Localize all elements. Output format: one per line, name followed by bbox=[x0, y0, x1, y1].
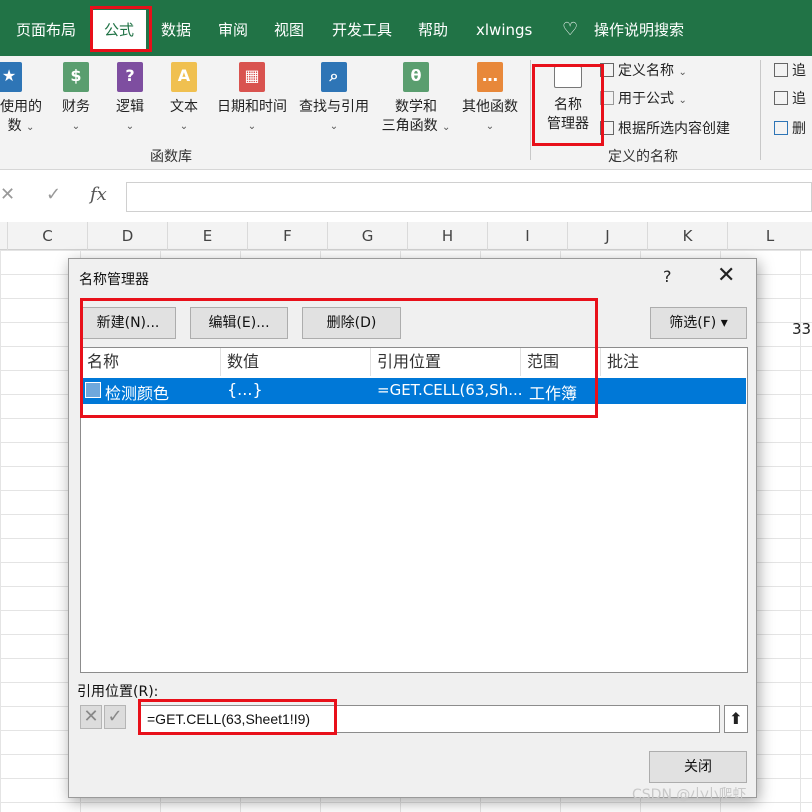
column-header-e[interactable]: E bbox=[168, 222, 248, 250]
more-functions-icon: … bbox=[477, 62, 503, 92]
remove-arrows-button[interactable]: 删 bbox=[774, 118, 806, 138]
tell-me-search[interactable]: 操作说明搜索 bbox=[594, 0, 684, 56]
lookup-reference-label: 查找与引用 bbox=[299, 99, 369, 115]
chevron-down-icon: ⌄ bbox=[26, 122, 35, 133]
tab-help[interactable]: 帮助 bbox=[418, 0, 448, 56]
highlight-formulas-tab bbox=[90, 6, 152, 52]
cancel-edit-icon[interactable]: ✕ bbox=[80, 705, 102, 729]
chevron-down-icon: ⌄ bbox=[125, 121, 135, 132]
logical-label: 逻辑 bbox=[116, 99, 144, 115]
create-from-selection-button[interactable]: 根据所选内容创建 bbox=[600, 118, 730, 138]
column-header-i[interactable]: I bbox=[488, 222, 568, 250]
tab-data[interactable]: 数据 bbox=[161, 0, 191, 56]
highlight-refers-to bbox=[138, 699, 337, 735]
remove-arrows-icon bbox=[774, 121, 788, 135]
column-header-f[interactable]: F bbox=[248, 222, 328, 250]
remove-arrows-label: 删 bbox=[792, 121, 806, 137]
collapse-dialog-icon[interactable]: ⬆ bbox=[724, 705, 748, 733]
text-label: 文本 bbox=[170, 99, 198, 115]
lookup-icon: ⌕ bbox=[321, 62, 347, 92]
function-library-group-label: 函数库 bbox=[150, 149, 192, 165]
financial-button[interactable]: $ 财务 ⌄ bbox=[56, 62, 96, 136]
text-icon: A bbox=[171, 62, 197, 92]
column-header-l[interactable]: L bbox=[728, 222, 812, 250]
cancel-icon[interactable]: ✕ bbox=[0, 184, 15, 205]
chevron-down-icon: ⌄ bbox=[179, 121, 189, 132]
chevron-down-icon: ⌄ bbox=[329, 121, 339, 132]
tab-xlwings[interactable]: xlwings bbox=[476, 0, 532, 56]
tab-developer[interactable]: 开发工具 bbox=[332, 0, 392, 56]
lightbulb-icon: ♡ bbox=[562, 19, 579, 40]
column-header-g[interactable]: G bbox=[328, 222, 408, 250]
lookup-reference-button[interactable]: ⌕ 查找与引用 ⌄ bbox=[294, 62, 374, 136]
column-header-k[interactable]: K bbox=[648, 222, 728, 250]
formula-input[interactable] bbox=[126, 182, 812, 212]
more-functions-label: 其他函数 bbox=[462, 99, 518, 115]
define-name-label: 定义名称 bbox=[618, 63, 674, 79]
confirm-edit-icon[interactable]: ✓ bbox=[104, 705, 126, 729]
close-icon[interactable]: ✕ bbox=[717, 263, 735, 288]
star-icon: ★ bbox=[0, 62, 22, 92]
tab-page-layout[interactable]: 页面布局 bbox=[16, 0, 76, 56]
use-in-formula-button[interactable]: 用于公式 ⌄ bbox=[600, 88, 687, 108]
logic-icon: ? bbox=[117, 62, 143, 92]
finance-icon: $ bbox=[63, 62, 89, 92]
ribbon-divider bbox=[530, 60, 531, 160]
math-trig-button[interactable]: θ 数学和 三角函数 ⌄ bbox=[376, 62, 456, 137]
trace-dependents-button[interactable]: 追 bbox=[774, 88, 806, 108]
chevron-down-icon: ⌄ bbox=[485, 121, 495, 132]
chevron-down-icon: ⌄ bbox=[247, 121, 257, 132]
highlight-dialog-content bbox=[80, 298, 598, 418]
calendar-icon: ▦ bbox=[239, 62, 265, 92]
column-header-comment[interactable]: 批注 bbox=[601, 348, 747, 376]
chevron-down-icon: ⌄ bbox=[442, 122, 451, 133]
financial-label: 财务 bbox=[62, 99, 90, 115]
filter-button[interactable]: 筛选(F) ▾ bbox=[650, 307, 747, 339]
recently-used-label-2: 数 bbox=[7, 118, 22, 134]
defined-names-group-label: 定义的名称 bbox=[608, 149, 678, 165]
create-from-selection-label: 根据所选内容创建 bbox=[618, 121, 730, 137]
column-header-j[interactable]: J bbox=[568, 222, 648, 250]
trace-precedents-button[interactable]: 追 bbox=[774, 60, 806, 80]
trace-dependents-label: 追 bbox=[792, 91, 806, 107]
tab-review[interactable]: 审阅 bbox=[218, 0, 248, 56]
use-in-formula-label: 用于公式 bbox=[618, 91, 674, 107]
math-icon: θ bbox=[403, 62, 429, 92]
math-trig-label: 数学和 bbox=[395, 99, 437, 115]
chevron-down-icon: ⌄ bbox=[678, 95, 687, 106]
date-time-button[interactable]: ▦ 日期和时间 ⌄ bbox=[212, 62, 292, 136]
formula-bar-controls: ✕ ✓ fx bbox=[0, 182, 122, 210]
help-icon[interactable]: ? bbox=[663, 267, 672, 286]
more-functions-button[interactable]: … 其他函数 ⌄ bbox=[456, 62, 524, 136]
define-name-button[interactable]: 定义名称 ⌄ bbox=[600, 60, 687, 80]
date-time-label: 日期和时间 bbox=[217, 99, 287, 115]
close-button[interactable]: 关闭 bbox=[649, 751, 747, 783]
column-header-c[interactable]: C bbox=[8, 222, 88, 250]
formula-bar: ✕ ✓ fx bbox=[0, 178, 812, 214]
ribbon: ★ 使用的 数 ⌄ $ 财务 ⌄ ? 逻辑 ⌄ A 文本 ⌄ ▦ 日期和时间 ⌄… bbox=[0, 56, 812, 170]
trace-precedents-label: 追 bbox=[792, 63, 806, 79]
column-header-partial bbox=[0, 222, 8, 250]
logical-button[interactable]: ? 逻辑 ⌄ bbox=[110, 62, 150, 136]
column-header-d[interactable]: D bbox=[88, 222, 168, 250]
chevron-down-icon: ⌄ bbox=[71, 121, 81, 132]
recently-used-button[interactable]: ★ 使用的 数 ⌄ bbox=[0, 62, 46, 137]
enter-icon[interactable]: ✓ bbox=[46, 184, 61, 205]
watermark: CSDN @小小爬虾 bbox=[632, 787, 747, 803]
chevron-down-icon: ⌄ bbox=[678, 67, 687, 78]
cell-value[interactable]: 33 bbox=[792, 320, 811, 338]
math-trig-label-2: 三角函数 bbox=[381, 118, 438, 134]
ribbon-divider bbox=[760, 60, 761, 160]
highlight-name-manager bbox=[532, 64, 604, 146]
dialog-title: 名称管理器 bbox=[79, 272, 149, 288]
refers-to-label: 引用位置(R): bbox=[77, 684, 159, 700]
recently-used-label: 使用的 bbox=[0, 99, 42, 115]
fx-icon[interactable]: fx bbox=[90, 184, 107, 205]
column-header-h[interactable]: H bbox=[408, 222, 488, 250]
text-button[interactable]: A 文本 ⌄ bbox=[164, 62, 204, 136]
trace-precedents-icon bbox=[774, 63, 788, 77]
tab-view[interactable]: 视图 bbox=[274, 0, 304, 56]
trace-dependents-icon bbox=[774, 91, 788, 105]
column-headers: C D E F G H I J K L bbox=[0, 222, 812, 250]
